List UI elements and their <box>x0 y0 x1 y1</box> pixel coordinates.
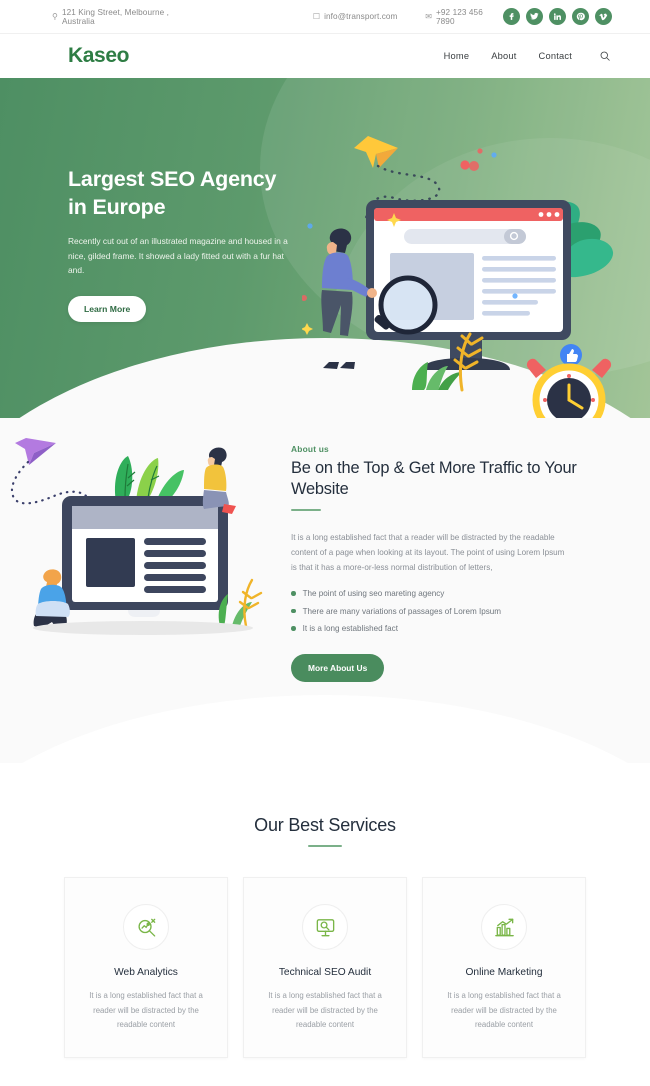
list-item-label: There are many variations of passages of… <box>302 606 501 616</box>
mobile-icon: ☐ <box>312 11 321 21</box>
service-card-description: It is a long established fact that a rea… <box>268 991 382 1030</box>
social-links <box>503 8 612 25</box>
hero-subtitle: Recently cut out of an illustrated magaz… <box>68 236 288 276</box>
service-card-online-marketing[interactable]: Online Marketing It is a long establishe… <box>422 877 586 1058</box>
bullet-dot-icon <box>291 626 296 631</box>
about-body-text: It is a long established fact that a rea… <box>291 533 565 572</box>
about-content: About us Be on the Top & Get More Traffi… <box>291 444 581 683</box>
facebook-icon[interactable] <box>503 8 520 25</box>
services-title: Our Best Services <box>254 815 396 835</box>
service-card-description: It is a long established fact that a rea… <box>447 991 561 1030</box>
hero-content: Largest SEO Agency in Europe Recently cu… <box>0 78 290 323</box>
list-item-label: The point of using seo mareting agency <box>302 589 445 599</box>
seo-audit-monitor-icon <box>302 904 348 951</box>
service-card-description: It is a long established fact that a rea… <box>89 991 203 1030</box>
nav-item-contact[interactable]: Contact <box>539 51 572 61</box>
search-icon[interactable] <box>598 49 612 63</box>
location-pin-icon: ⚲ <box>52 11 58 21</box>
bullet-dot-icon <box>291 591 296 596</box>
more-about-us-button[interactable]: More About Us <box>291 654 385 683</box>
main-navigation: Home About Contact <box>444 49 612 63</box>
linkedin-icon[interactable] <box>549 8 566 25</box>
site-logo[interactable]: Kaseo <box>68 44 129 68</box>
hero-illustration <box>302 136 614 418</box>
services-card-list: Web Analytics It is a long established f… <box>0 847 650 1058</box>
hero-section: Largest SEO Agency in Europe Recently cu… <box>0 78 650 418</box>
list-item: The point of using seo mareting agency <box>291 585 581 602</box>
site-header: Kaseo Home About Contact <box>0 34 650 78</box>
list-item: It is a long established fact <box>291 620 581 637</box>
email-text: info@transport.com <box>324 12 398 21</box>
about-title: Be on the Top & Get More Traffic to Your… <box>291 459 577 499</box>
nav-item-home[interactable]: Home <box>444 51 470 61</box>
vimeo-icon[interactable] <box>595 8 612 25</box>
service-card-web-analytics[interactable]: Web Analytics It is a long established f… <box>64 877 228 1058</box>
about-feature-list: The point of using seo mareting agency T… <box>291 585 581 637</box>
pinterest-icon[interactable] <box>572 8 589 25</box>
service-card-title: Online Marketing <box>465 967 543 979</box>
envelope-icon: ✉ <box>425 11 432 21</box>
bullet-dot-icon <box>291 608 296 614</box>
list-item-label: It is a long established fact <box>302 623 398 633</box>
address-info: ⚲ 121 King Street, Melbourne , Australia <box>52 8 202 26</box>
email-info[interactable]: ☐ info@transport.com <box>313 12 398 21</box>
list-item: There are many variations of passages of… <box>291 602 581 619</box>
nav-item-about[interactable]: About <box>491 51 516 61</box>
service-card-title: Web Analytics <box>114 967 178 979</box>
learn-more-button[interactable]: Learn More <box>68 296 147 323</box>
about-eyebrow: About us <box>291 444 329 454</box>
landing-page: ⚲ 121 King Street, Melbourne , Australia… <box>0 0 650 1086</box>
analytics-search-icon <box>123 904 169 951</box>
about-section: About us Be on the Top & Get More Traffi… <box>0 418 650 763</box>
phone-info[interactable]: ✉ +92 123 456 7890 <box>425 8 503 26</box>
hero-title: Largest SEO Agency in Europe <box>68 167 277 219</box>
service-card-technical-seo-audit[interactable]: Technical SEO Audit It is a long establi… <box>243 877 407 1058</box>
about-bottom-curve <box>0 695 650 763</box>
phone-text: +92 123 456 7890 <box>436 7 483 26</box>
services-section: Our Best Services Web Analytics It is a … <box>0 763 650 1058</box>
top-info-bar: ⚲ 121 King Street, Melbourne , Australia… <box>0 0 650 34</box>
address-text: 121 King Street, Melbourne , Australia <box>61 7 169 26</box>
service-card-title: Technical SEO Audit <box>278 967 372 979</box>
twitter-icon[interactable] <box>526 8 543 25</box>
bar-chart-growth-icon <box>481 904 527 951</box>
about-title-underline <box>291 508 321 512</box>
about-illustration <box>10 438 263 635</box>
